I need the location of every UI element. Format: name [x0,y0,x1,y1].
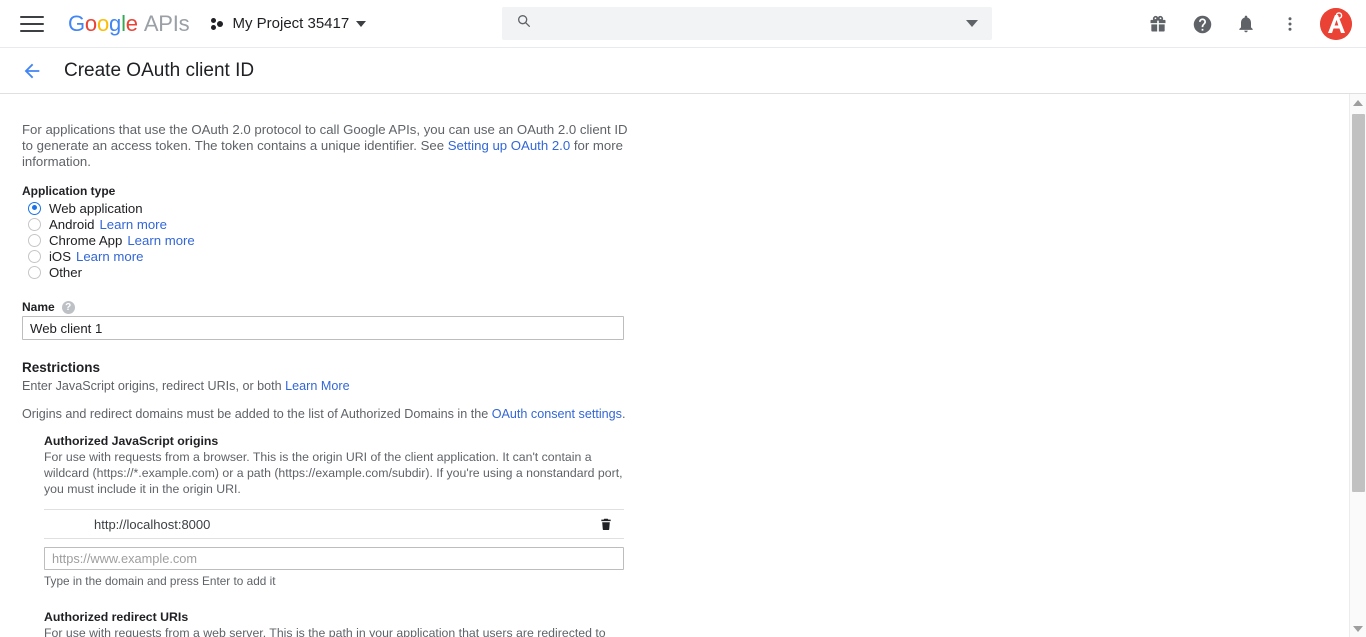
name-field-label: Name ? [22,300,1349,314]
top-app-bar: Google APIs My Project 35417 [0,0,1366,48]
scroll-up-arrow-icon[interactable] [1350,94,1366,111]
js-origins-title: Authorized JavaScript origins [44,434,646,448]
radio-option-android[interactable]: Android Learn more [22,216,1349,232]
android-learn-more-link[interactable]: Learn more [99,217,166,232]
radio-label: Other [49,265,82,280]
redirect-uris-title: Authorized redirect URIs [44,610,646,624]
logo-letter: o [85,11,97,37]
radio-label: Web application [49,201,143,216]
google-apis-logo[interactable]: Google APIs [68,11,189,37]
logo-apis-text: APIs [144,11,190,37]
help-icon[interactable] [1182,4,1222,44]
js-origin-value: http://localhost:8000 [94,517,210,532]
redirect-uris-description: For use with requests from a web server.… [44,625,624,637]
chrome-app-learn-more-link[interactable]: Learn more [127,233,194,248]
application-type-label-text: Application type [22,184,115,198]
more-vert-icon[interactable] [1270,4,1310,44]
application-type-label: Application type [22,184,1349,198]
js-origins-section: Authorized JavaScript origins For use wi… [44,434,646,588]
setting-up-oauth-link[interactable]: Setting up OAuth 2.0 [448,138,570,153]
radio-option-web-application[interactable]: Web application [22,200,1349,216]
project-selector[interactable]: My Project 35417 [207,8,370,40]
restrictions-subtitle-text: Enter JavaScript origins, redirect URIs,… [22,379,285,393]
js-origins-description: For use with requests from a browser. Th… [44,449,624,497]
gift-icon[interactable] [1138,4,1178,44]
name-input[interactable] [22,316,624,340]
redirect-uris-section: Authorized redirect URIs For use with re… [44,610,646,637]
radio-indicator[interactable] [28,234,41,247]
logo-letter: e [126,11,138,37]
js-origin-input[interactable] [44,547,624,570]
app-bar-actions [1138,0,1358,48]
hamburger-line [20,30,44,32]
project-name: My Project 35417 [232,15,349,32]
search-icon [516,13,532,34]
intro-paragraph: For applications that use the OAuth 2.0 … [22,122,628,170]
radio-option-ios[interactable]: iOS Learn more [22,248,1349,264]
name-label-text: Name [22,300,55,314]
radio-label: Chrome App [49,233,122,248]
restrictions-title: Restrictions [22,360,1349,375]
avatar[interactable] [1320,8,1352,40]
js-origins-hint: Type in the domain and press Enter to ad… [44,574,646,588]
page-title: Create OAuth client ID [64,60,254,82]
vertical-scrollbar[interactable] [1349,94,1366,637]
project-dots-icon [211,17,225,31]
radio-option-other[interactable]: Other [22,264,1349,280]
radio-indicator[interactable] [28,250,41,263]
ios-learn-more-link[interactable]: Learn more [76,249,143,264]
main-scroll-region: For applications that use the OAuth 2.0 … [0,94,1366,637]
notifications-bell-icon[interactable] [1226,4,1266,44]
restrictions-learn-more-link[interactable]: Learn More [285,379,349,393]
form-content: For applications that use the OAuth 2.0 … [0,94,1349,637]
restrictions-note-part1: Origins and redirect domains must be add… [22,407,492,421]
restrictions-subtitle: Enter JavaScript origins, redirect URIs,… [22,378,1349,394]
search-input[interactable] [546,15,966,33]
logo-letter: o [97,11,109,37]
name-help-icon[interactable]: ? [62,301,75,314]
radio-label: iOS [49,249,71,264]
js-origin-entry-row: http://localhost:8000 [44,509,624,539]
radio-indicator[interactable] [28,218,41,231]
page-header: Create OAuth client ID [0,48,1366,94]
search-box[interactable] [502,7,992,40]
radio-label: Android [49,217,94,232]
hamburger-menu-icon[interactable] [20,11,46,37]
logo-letter: g [109,11,121,37]
radio-indicator[interactable] [28,202,41,215]
search-dropdown-chevron-down-icon[interactable] [966,20,978,27]
restrictions-note: Origins and redirect domains must be add… [22,406,1349,422]
trash-icon[interactable] [598,516,614,532]
application-type-radio-group: Web application Android Learn more Chrom… [22,200,1349,280]
hamburger-line [20,23,44,25]
hamburger-line [20,16,44,18]
oauth-consent-settings-link[interactable]: OAuth consent settings [492,407,622,421]
radio-indicator[interactable] [28,266,41,279]
back-arrow-icon[interactable] [18,57,46,85]
chevron-down-icon [356,21,366,27]
scrollbar-thumb[interactable] [1352,114,1365,492]
scroll-down-arrow-icon[interactable] [1350,620,1366,637]
logo-letter: G [68,11,85,37]
radio-option-chrome-app[interactable]: Chrome App Learn more [22,232,1349,248]
restrictions-note-part2: . [622,407,626,421]
